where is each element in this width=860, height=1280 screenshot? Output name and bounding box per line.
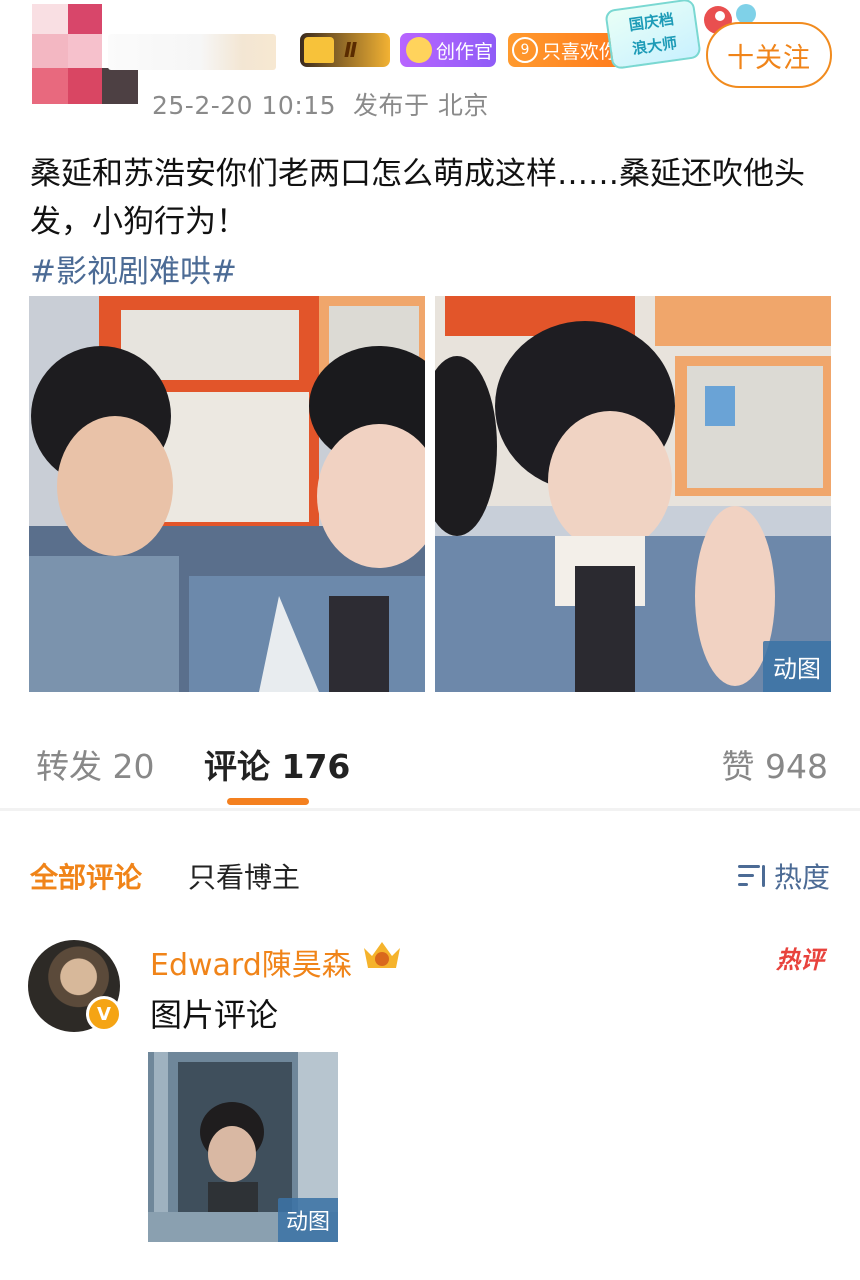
photo-illustration <box>29 296 425 692</box>
tab-repost[interactable]: 转发 20 <box>36 740 154 788</box>
post-timestamp: 25-2-20 10:15 <box>152 91 337 120</box>
hot-comment-badge: 热评 <box>776 946 824 974</box>
comment-image[interactable]: 动图 <box>148 1052 338 1242</box>
creator-badge[interactable]: 创作官 <box>400 33 496 67</box>
vip-badge[interactable]: Ⅱ <box>300 33 390 67</box>
next-comment-preview <box>150 1268 830 1280</box>
gif-badge: 动图 <box>277 1198 338 1242</box>
tab-like[interactable]: 赞 948 <box>722 740 828 788</box>
photo-illustration <box>435 296 831 692</box>
tab-comment[interactable]: 评论 176 <box>204 740 350 788</box>
festival-badge[interactable]: 国庆档 浪大师 <box>604 0 702 70</box>
follow-button[interactable]: 十关注 <box>706 22 832 88</box>
creator-icon <box>406 37 432 63</box>
post-text: 桑延和苏浩安你们老两口怎么萌成这样……桑延还吹他头发，小狗行为！ <box>30 156 805 240</box>
post-location: 发布于 北京 <box>352 91 489 120</box>
active-tab-indicator <box>227 798 309 805</box>
verified-icon: V <box>86 996 122 1032</box>
post-tabs: 转发 20 评论 176 赞 948 <box>0 730 860 810</box>
sort-button[interactable]: 热度 <box>737 856 830 896</box>
filter-owner-only[interactable]: 只看博主 <box>188 856 300 896</box>
post-image-2[interactable]: 动图 <box>435 296 831 692</box>
sort-icon <box>737 863 768 889</box>
crown-icon <box>364 942 400 968</box>
comment-username[interactable]: Edward陳昊森 <box>150 940 352 984</box>
divider <box>0 808 860 811</box>
filter-all-comments[interactable]: 全部评论 <box>30 856 142 896</box>
comment-text: 图片评论 <box>150 996 279 1034</box>
post-image-1[interactable] <box>29 296 425 692</box>
gif-badge: 动图 <box>763 641 831 692</box>
hashtag-link[interactable]: #影视剧难哄# <box>30 246 237 291</box>
post-meta: 25-2-20 10:15 发布于 北京 <box>152 86 489 122</box>
crown-icon <box>304 37 334 63</box>
author-name-obscured[interactable] <box>108 34 276 70</box>
